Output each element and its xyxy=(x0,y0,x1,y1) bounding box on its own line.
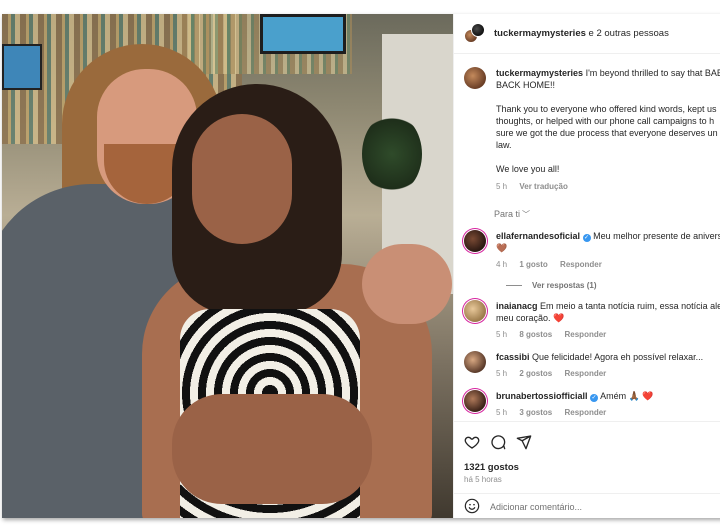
comment-text: Em meio a tanta notícia ruim, essa notíc… xyxy=(537,301,720,311)
caption-text: We love you all! xyxy=(496,164,560,174)
heart-icon[interactable] xyxy=(464,434,480,450)
comment-item: fcassibi Que felicidade! Agora eh possív… xyxy=(464,351,720,380)
chevron-down-icon: ﹀ xyxy=(522,210,531,219)
comment-text: Que felicidade! Agora eh possível relaxa… xyxy=(529,352,704,362)
verified-badge-icon: ✓ xyxy=(582,234,591,242)
post-author: tuckermaymysteries e 2 outras pessoas xyxy=(494,28,669,39)
reply-button[interactable]: Responder xyxy=(565,330,607,339)
caption-time: 5 h xyxy=(496,182,508,191)
comment-avatar[interactable] xyxy=(464,351,486,373)
photo-bg-plant xyxy=(362,114,422,194)
comment-likes[interactable]: 3 gostos xyxy=(519,408,552,417)
comment-item: inaianacg Em meio a tanta notícia ruim, … xyxy=(464,300,720,341)
add-comment-input[interactable]: Adicionar comentário... xyxy=(490,502,582,512)
comment-text: meu coração. ❤️ xyxy=(496,313,565,323)
view-replies-button[interactable]: Ver respostas (1) xyxy=(506,281,720,290)
comment-likes[interactable]: 2 gostos xyxy=(519,369,552,378)
photo-bg-tv xyxy=(260,14,346,54)
caption-text: sure we got the due process that everyon… xyxy=(496,128,718,138)
caption-username[interactable]: tuckermaymysteries xyxy=(496,68,583,78)
comment-icon[interactable] xyxy=(490,434,506,450)
comment-username[interactable]: inaianacg xyxy=(496,301,538,311)
comment-item: ellafernandesoficial ✓ Meu melhor presen… xyxy=(464,230,720,271)
post-caption: tuckermaymysteries I'm beyond thrilled t… xyxy=(464,67,720,193)
comment-username[interactable]: brunabertossiofficiall xyxy=(496,391,588,401)
emoji-icon[interactable] xyxy=(464,498,480,516)
caption-text: I'm beyond thrilled to say that BAE xyxy=(583,68,720,78)
photo-hands xyxy=(172,394,372,504)
comment-filter-dropdown[interactable]: Para ti ﹀ xyxy=(494,209,720,220)
view-replies-label: Ver respostas (1) xyxy=(532,281,597,290)
collab-avatars[interactable] xyxy=(464,22,486,45)
comment-likes[interactable]: 8 gostos xyxy=(519,330,552,339)
comment-time: 5 h xyxy=(496,408,508,417)
comment-likes[interactable]: 1 gosto xyxy=(519,260,547,269)
photo-woman-face xyxy=(192,114,292,244)
caption-text: BACK HOME!! xyxy=(496,80,556,90)
author-username[interactable]: tuckermaymysteries xyxy=(494,28,586,39)
comment-text: 🤎 xyxy=(496,243,508,253)
caption-text: Thank you to everyone who offered kind w… xyxy=(496,104,717,114)
caption-avatar[interactable] xyxy=(464,67,486,89)
comment-time: 4 h xyxy=(496,260,508,269)
post-photo[interactable] xyxy=(2,14,453,518)
comments-section[interactable]: tuckermaymysteries I'm beyond thrilled t… xyxy=(454,55,720,421)
avatar xyxy=(471,22,485,37)
photo-arm xyxy=(362,244,452,324)
comment-text: Meu melhor presente de anivers xyxy=(593,231,720,241)
caption-text: thoughts, or helped with our phone call … xyxy=(496,116,715,126)
photo-bg-tv xyxy=(2,44,42,90)
post-actions: 1321 gostos há 5 horas Adicionar comentá… xyxy=(454,421,720,518)
comment-text: Amém 🙏🏾 ❤️ xyxy=(600,391,654,401)
share-icon[interactable] xyxy=(516,434,532,450)
post-side-panel: tuckermaymysteries e 2 outras pessoas tu… xyxy=(453,14,720,518)
post-modal: tuckermaymysteries e 2 outras pessoas tu… xyxy=(2,14,720,518)
translate-link[interactable]: Ver tradução xyxy=(519,182,567,191)
comment-avatar[interactable] xyxy=(464,230,486,252)
post-timestamp: há 5 horas xyxy=(464,475,502,484)
replies-divider xyxy=(506,285,522,286)
caption-text: law. xyxy=(496,140,512,150)
post-header: tuckermaymysteries e 2 outras pessoas xyxy=(454,14,720,54)
verified-badge-icon: ✓ xyxy=(590,394,599,402)
post-like-count[interactable]: 1321 gostos xyxy=(464,462,519,473)
comment-time: 5 h xyxy=(496,369,508,378)
comment-avatar[interactable] xyxy=(464,300,486,322)
comment-avatar[interactable] xyxy=(464,390,486,412)
reply-button[interactable]: Responder xyxy=(565,408,607,417)
comment-time: 5 h xyxy=(496,330,508,339)
comment-username[interactable]: fcassibi xyxy=(496,352,530,362)
comment-filter-label: Para ti xyxy=(494,209,521,219)
reply-button[interactable]: Responder xyxy=(560,260,602,269)
reply-button[interactable]: Responder xyxy=(565,369,607,378)
collab-others[interactable]: e 2 outras pessoas xyxy=(586,28,669,39)
comment-username[interactable]: ellafernandesoficial xyxy=(496,231,580,241)
add-comment-bar: Adicionar comentário... xyxy=(454,493,720,518)
comment-item: brunabertossiofficiall ✓ Amém 🙏🏾 ❤️ 5 h … xyxy=(464,390,720,419)
